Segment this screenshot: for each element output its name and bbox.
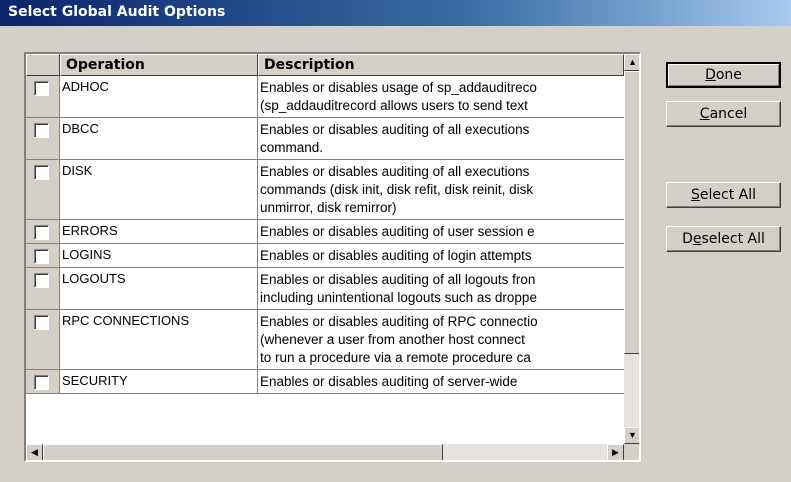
description-line: unmirror, disk remirror)	[260, 200, 397, 215]
row-checkbox[interactable]	[34, 81, 49, 96]
cancel-accel: C	[699, 106, 710, 122]
table-row[interactable]: SECURITY Enables or disables auditing of …	[26, 370, 624, 394]
operation-cell: SECURITY	[60, 370, 258, 393]
description-line: Enables or disables auditing of all exec…	[260, 122, 530, 137]
scroll-right-button[interactable]: ▶	[607, 444, 624, 460]
table-row[interactable]: ADHOC Enables or disables usage of sp_add…	[26, 76, 624, 118]
operation-cell: LOGOUTS	[60, 268, 258, 309]
row-checkbox-cell	[26, 244, 60, 267]
operation-cell: LOGINS	[60, 244, 258, 267]
vertical-scrollbar[interactable]: ▲ ▼	[624, 54, 639, 444]
select-all-label: elect All	[699, 187, 756, 203]
description-line: Enables or disables usage of sp_addaudit…	[260, 80, 537, 95]
deselect-all-label: select All	[701, 231, 765, 247]
cancel-label: ancel	[709, 106, 748, 122]
column-header-description[interactable]: Description	[258, 54, 624, 76]
row-checkbox-cell	[26, 76, 60, 117]
title-bar: Select Global Audit Options	[0, 0, 791, 26]
table-row[interactable]: LOGOUTS Enables or disables auditing of a…	[26, 268, 624, 310]
select-all-button[interactable]: Select All	[666, 182, 781, 208]
row-checkbox[interactable]	[34, 375, 49, 390]
description-cell: Enables or disables auditing of all exec…	[258, 118, 624, 159]
description-line: Enables or disables auditing of login at…	[260, 248, 532, 263]
arrow-down-icon: ▼	[628, 430, 637, 440]
arrow-right-icon: ▶	[612, 447, 619, 457]
description-line: Enables or disables auditing of user ses…	[260, 224, 535, 239]
column-header-operation[interactable]: Operation	[60, 54, 258, 76]
row-checkbox[interactable]	[34, 123, 49, 138]
row-checkbox[interactable]	[34, 249, 49, 264]
scroll-down-button[interactable]: ▼	[624, 427, 639, 444]
audit-options-grid[interactable]: Operation Description ADHOC Enables or di…	[24, 52, 641, 462]
description-line: command.	[260, 140, 324, 155]
operation-cell: ERRORS	[60, 220, 258, 243]
operation-cell: ADHOC	[60, 76, 258, 117]
column-header-checkbox[interactable]	[26, 54, 60, 76]
done-button[interactable]: Done	[666, 62, 781, 88]
operation-cell: DISK	[60, 160, 258, 219]
arrow-up-icon: ▲	[628, 57, 637, 67]
table-row[interactable]: RPC CONNECTIONS Enables or disables audit…	[26, 310, 624, 370]
description-line: commands (disk init, disk refit, disk re…	[260, 182, 534, 197]
row-checkbox-cell	[26, 370, 60, 393]
row-checkbox-cell	[26, 220, 60, 243]
row-checkbox[interactable]	[34, 165, 49, 180]
row-checkbox-cell	[26, 118, 60, 159]
deselect-all-button[interactable]: Deselect All	[666, 226, 781, 252]
row-checkbox[interactable]	[34, 273, 49, 288]
description-line: Enables or disables auditing of all exec…	[260, 164, 530, 179]
window-title: Select Global Audit Options	[8, 4, 226, 20]
scrollbar-corner	[624, 444, 639, 460]
description-line: Enables or disables auditing of RPC conn…	[260, 314, 538, 329]
grid-rows: Operation Description ADHOC Enables or di…	[26, 54, 624, 444]
row-checkbox-cell	[26, 268, 60, 309]
select-all-accel: S	[691, 187, 700, 203]
description-line: Enables or disables auditing of server-w…	[260, 374, 518, 389]
description-line: (whenever a user from another host conne…	[260, 332, 525, 347]
table-row[interactable]: DBCC Enables or disables auditing of all …	[26, 118, 624, 160]
scroll-left-button[interactable]: ◀	[26, 444, 43, 460]
horizontal-scrollbar[interactable]: ◀ ▶	[26, 444, 624, 460]
row-checkbox-cell	[26, 310, 60, 369]
description-line: to run a procedure via a remote procedur…	[260, 350, 531, 365]
description-line: including unintentional logouts such as …	[260, 290, 537, 305]
row-checkbox-cell	[26, 160, 60, 219]
description-line: (sp_addauditrecord allows users to send …	[260, 98, 528, 113]
scroll-up-button[interactable]: ▲	[624, 54, 639, 71]
deselect-all-prefix: D	[682, 231, 693, 247]
operation-cell: DBCC	[60, 118, 258, 159]
row-checkbox[interactable]	[34, 315, 49, 330]
description-cell: Enables or disables auditing of all logo…	[258, 268, 624, 309]
description-line: Enables or disables auditing of all logo…	[260, 272, 536, 287]
row-checkbox[interactable]	[34, 225, 49, 240]
operation-cell: RPC CONNECTIONS	[60, 310, 258, 369]
table-row[interactable]: LOGINS Enables or disables auditing of lo…	[26, 244, 624, 268]
done-label: one	[715, 67, 742, 83]
deselect-all-accel: e	[692, 231, 702, 247]
done-accel: D	[705, 67, 716, 83]
table-row[interactable]: ERRORS Enables or disables auditing of us…	[26, 220, 624, 244]
description-cell: Enables or disables auditing of user ses…	[258, 220, 624, 243]
description-cell: Enables or disables auditing of RPC conn…	[258, 310, 624, 369]
arrow-left-icon: ◀	[31, 447, 38, 457]
cancel-button[interactable]: Cancel	[666, 101, 781, 127]
description-cell: Enables or disables auditing of all exec…	[258, 160, 624, 219]
description-cell: Enables or disables usage of sp_addaudit…	[258, 76, 624, 117]
description-cell: Enables or disables auditing of login at…	[258, 244, 624, 267]
vertical-scroll-thumb[interactable]	[624, 71, 639, 354]
description-cell: Enables or disables auditing of server-w…	[258, 370, 624, 393]
table-row[interactable]: DISK Enables or disables auditing of all …	[26, 160, 624, 220]
horizontal-scroll-thumb[interactable]	[43, 444, 443, 460]
